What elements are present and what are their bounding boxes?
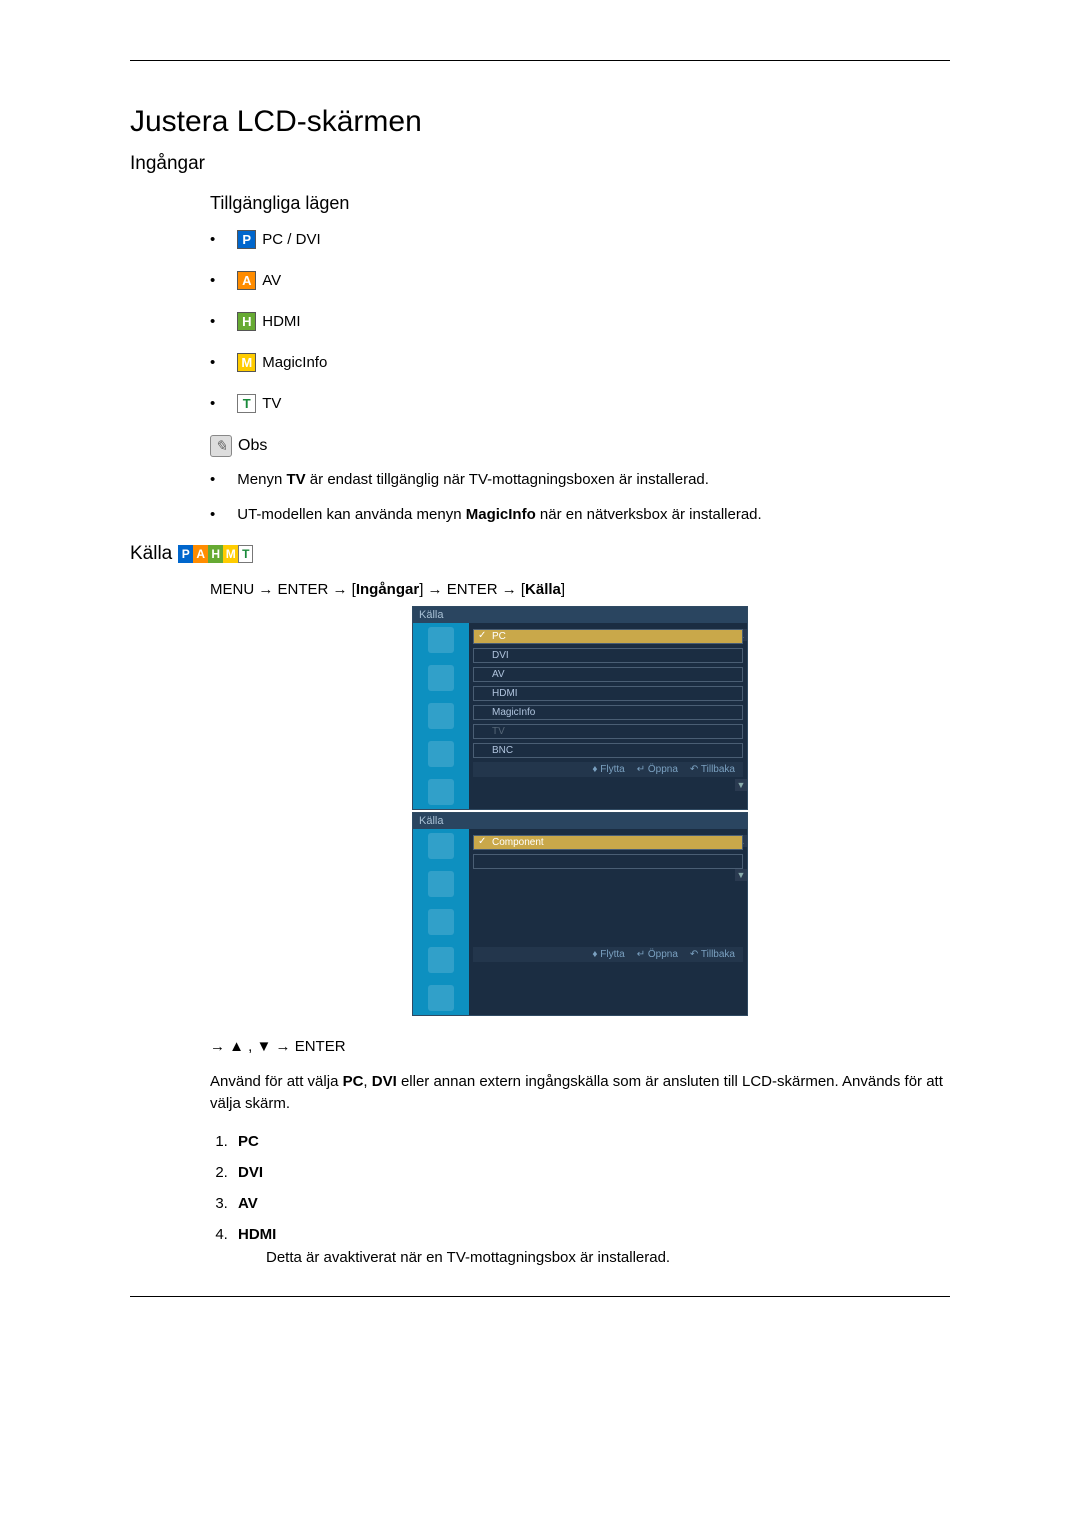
- osd-item-empty: [473, 854, 743, 869]
- note-icon: ✎: [210, 435, 232, 457]
- available-modes-heading: Tillgängliga lägen: [210, 193, 950, 214]
- source-heading-row: Källa P A H M T: [130, 543, 950, 565]
- osd-screenshot-2: Källa ▲ Component ▼: [412, 812, 748, 1016]
- notes-list: Menyn TV är endast tillgänglig när TV-mo…: [210, 469, 950, 525]
- menu-path: MENU → ENTER → [Ingångar] → ENTER → [Käl…: [210, 581, 950, 598]
- page-title: Justera LCD-skärmen: [130, 105, 950, 139]
- mode-tv: T TV: [210, 394, 950, 413]
- osd-nav-icon: [428, 985, 454, 1011]
- source-list-dvi: DVI: [232, 1164, 950, 1181]
- mode-hdmi: H HDMI: [210, 312, 950, 331]
- h-icon: H: [237, 312, 256, 331]
- t-icon: T: [237, 394, 256, 413]
- mode-label: TV: [262, 395, 281, 412]
- osd-nav-column: [413, 623, 469, 809]
- source-heading: Källa: [130, 543, 172, 565]
- osd-item-magicinfo: MagicInfo: [473, 705, 743, 720]
- section-inputs-heading: Ingångar: [130, 153, 950, 175]
- mode-pc-dvi: P PC / DVI: [210, 230, 950, 249]
- mode-av: A AV: [210, 271, 950, 290]
- h-icon: H: [208, 545, 223, 563]
- osd-item-dvi: DVI: [473, 648, 743, 663]
- osd-item-tv: TV: [473, 724, 743, 739]
- a-icon: A: [193, 545, 208, 563]
- osd-item-hdmi: HDMI: [473, 686, 743, 701]
- hdmi-subnote: Detta är avaktiverat när en TV-mottagnin…: [266, 1249, 950, 1266]
- top-rule: [130, 60, 950, 61]
- note-heading-row: ✎ Obs: [210, 435, 950, 457]
- osd-nav-icon: [428, 665, 454, 691]
- source-list-pc: PC: [232, 1133, 950, 1150]
- osd-nav-icon: [428, 741, 454, 767]
- mode-label: MagicInfo: [262, 354, 327, 371]
- osd-nav-icon: [428, 703, 454, 729]
- osd-nav-icon: [428, 833, 454, 859]
- bottom-rule: [130, 1296, 950, 1297]
- osd-nav-icon: [428, 871, 454, 897]
- osd-footer: ♦ Flytta ↵ Öppna ↶ Tillbaka: [473, 762, 743, 777]
- mode-magicinfo: M MagicInfo: [210, 353, 950, 372]
- osd-item-pc: PC: [473, 629, 743, 644]
- osd-title: Källa: [413, 607, 747, 623]
- osd-nav-icon: [428, 779, 454, 805]
- osd-nav-icon: [428, 909, 454, 935]
- source-ordered-list: PC DVI AV HDMI Detta är avaktiverat när …: [210, 1133, 950, 1266]
- osd-footer: ♦ Flytta ↵ Öppna ↶ Tillbaka: [473, 947, 743, 962]
- m-icon: M: [237, 353, 256, 372]
- mode-label: AV: [262, 272, 281, 289]
- mode-strip: P A H M T: [178, 545, 253, 563]
- source-list-av: AV: [232, 1195, 950, 1212]
- p-icon: P: [178, 545, 193, 563]
- modes-list: P PC / DVI A AV H HDMI M MagicInfo T TV: [210, 230, 950, 413]
- mode-label: HDMI: [262, 313, 300, 330]
- mode-label: PC / DVI: [262, 231, 320, 248]
- nav-arrows-line: → ▲ , ▼ → ENTER: [210, 1038, 950, 1055]
- scroll-down-icon: ▼: [735, 779, 747, 791]
- t-icon: T: [238, 545, 253, 563]
- source-list-hdmi: HDMI Detta är avaktiverat när en TV-mott…: [232, 1226, 950, 1266]
- osd-item-bnc: BNC: [473, 743, 743, 758]
- osd-nav-column: [413, 829, 469, 1015]
- note-item-1: Menyn TV är endast tillgänglig när TV-mo…: [210, 469, 950, 490]
- osd-screenshot-1: Källa ▲ PC DVI AV HDMI: [412, 606, 748, 810]
- osd-item-av: AV: [473, 667, 743, 682]
- p-icon: P: [237, 230, 256, 249]
- osd-nav-icon: [428, 947, 454, 973]
- osd-title: Källa: [413, 813, 747, 829]
- osd-item-component: Component: [473, 835, 743, 850]
- m-icon: M: [223, 545, 238, 563]
- a-icon: A: [237, 271, 256, 290]
- source-description: Använd för att välja PC, DVI eller annan…: [210, 1071, 950, 1115]
- note-item-2: UT-modellen kan använda menyn MagicInfo …: [210, 504, 950, 525]
- scroll-down-icon: ▼: [735, 869, 747, 881]
- osd-nav-icon: [428, 627, 454, 653]
- note-label: Obs: [238, 437, 267, 455]
